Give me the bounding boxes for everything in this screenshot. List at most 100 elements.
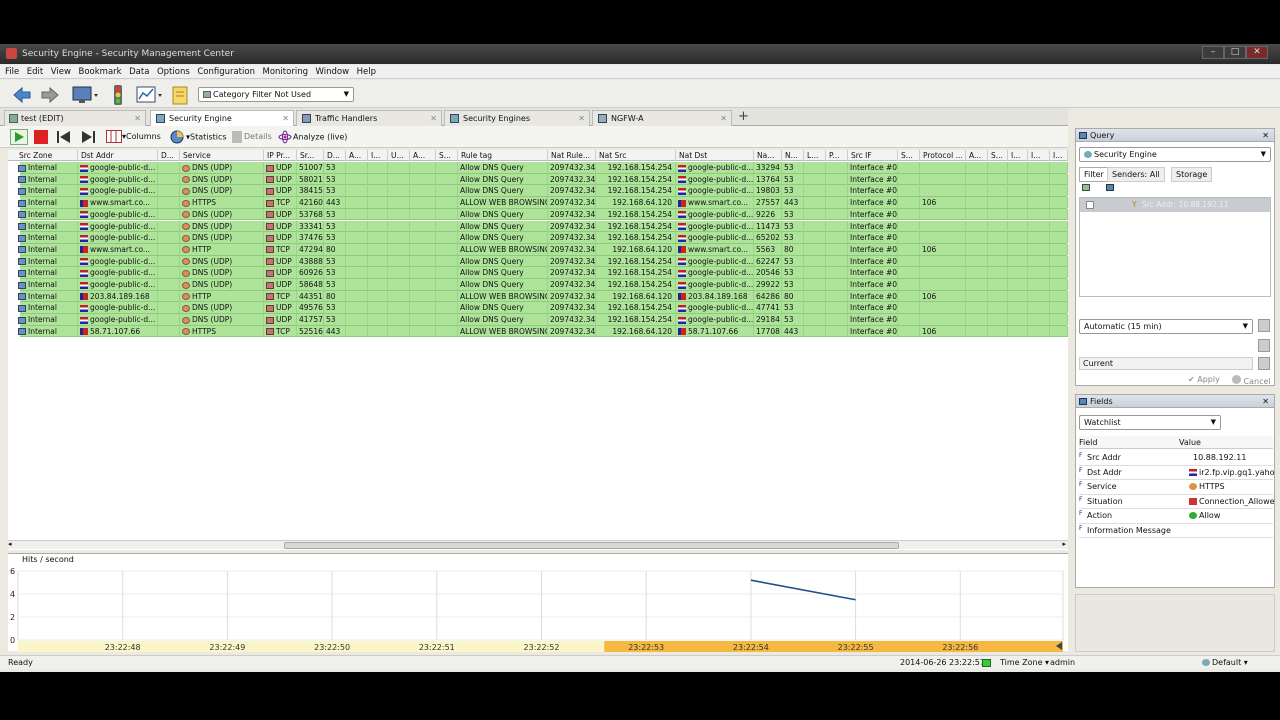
column-header[interactable]: Rule tag: [458, 150, 548, 161]
traffic-light-button[interactable]: [106, 83, 128, 105]
table-row[interactable]: Internal google-public-d... DNS (UDP) UDP 51…: [18, 162, 1068, 174]
tab-ngfw-a[interactable]: NGFW-A ✕: [592, 110, 732, 126]
close-panel-icon[interactable]: ✕: [1262, 129, 1269, 142]
details-button[interactable]: Details: [232, 130, 272, 144]
tab-traffic-handlers[interactable]: Traffic Handlers ✕: [296, 110, 442, 126]
time-range-toggle-button[interactable]: [1258, 319, 1270, 332]
column-header[interactable]: U...: [388, 150, 410, 161]
column-header[interactable]: Nat Dst: [676, 150, 754, 161]
table-row[interactable]: Internal google-public-d... DNS (UDP) UDP 58…: [18, 279, 1068, 291]
time-mode-field[interactable]: Current: [1079, 357, 1253, 370]
column-header[interactable]: Sr...: [297, 150, 324, 161]
notes-button[interactable]: [168, 83, 190, 105]
column-header[interactable]: A...: [346, 150, 368, 161]
skip-last-icon[interactable]: [80, 130, 96, 144]
table-row[interactable]: Internal google-public-d... DNS (UDP) UDP 41…: [18, 314, 1068, 326]
column-header[interactable]: Nat Rule...: [548, 150, 596, 161]
column-header[interactable]: Protocol ...: [920, 150, 966, 161]
column-header[interactable]: I...: [1028, 150, 1050, 161]
timezone-button[interactable]: Time Zone ▾: [1000, 656, 1049, 669]
time-settings-button[interactable]: [1258, 339, 1270, 352]
column-header[interactable]: N...: [782, 150, 804, 161]
menu-data[interactable]: Data: [129, 65, 149, 79]
category-filter-dropdown[interactable]: Category Filter Not Used ▼: [198, 87, 354, 102]
analyze-live-button[interactable]: Analyze (live): [278, 130, 347, 144]
tab-storage[interactable]: Storage: [1171, 167, 1213, 182]
table-row[interactable]: Internal www.smart.co... HTTP TCP 47294 80 ALL…: [18, 243, 1068, 256]
time-range-dropdown[interactable]: Automatic (15 min) ▼: [1079, 319, 1253, 334]
save-filter-button[interactable]: [1106, 183, 1116, 193]
add-filter-button[interactable]: [1082, 183, 1102, 193]
field-row[interactable]: F Information Message: [1079, 524, 1273, 538]
table-row[interactable]: Internal google-public-d... DNS (UDP) UDP 37…: [18, 232, 1068, 244]
field-row[interactable]: F Src Addr 10.88.192.11: [1079, 451, 1273, 466]
column-header[interactable]: I...: [1008, 150, 1028, 161]
column-header[interactable]: IP Pr...: [264, 150, 297, 161]
maximize-button[interactable]: □: [1224, 46, 1246, 59]
menu-file[interactable]: File: [5, 65, 19, 79]
tab-filter[interactable]: Filter: [1079, 167, 1109, 182]
column-header[interactable]: S...: [436, 150, 458, 161]
close-tab-icon[interactable]: ✕: [282, 111, 289, 126]
column-header[interactable]: Src Zone: [16, 150, 78, 161]
filter-checkbox[interactable]: [1086, 201, 1094, 209]
chart-button[interactable]: [134, 83, 164, 105]
table-row[interactable]: Internal 203.84.189.168 HTTP TCP 44351 80 ALLO…: [18, 290, 1068, 303]
tab-senders[interactable]: Senders: All: [1107, 167, 1165, 182]
column-header[interactable]: Src IF: [848, 150, 898, 161]
column-header[interactable]: S...: [898, 150, 920, 161]
column-header[interactable]: A...: [966, 150, 988, 161]
close-tab-icon[interactable]: ✕: [720, 111, 727, 126]
field-row[interactable]: F Service HTTPS: [1079, 480, 1273, 495]
tab-security-engines[interactable]: Security Engines ✕: [444, 110, 590, 126]
column-header[interactable]: I...: [1050, 150, 1068, 161]
table-row[interactable]: Internal www.smart.co... HTTPS TCP 42160 443 A…: [18, 197, 1068, 209]
menu-window[interactable]: Window: [316, 65, 350, 79]
apply-button[interactable]: ✔ Apply: [1188, 375, 1220, 384]
field-row[interactable]: F Action Allow: [1079, 509, 1273, 524]
menu-configuration[interactable]: Configuration: [197, 65, 255, 79]
close-panel-icon[interactable]: ✕: [1262, 395, 1269, 408]
table-row[interactable]: Internal google-public-d... DNS (UDP) UDP 58…: [18, 173, 1068, 186]
profile-button[interactable]: Default ▾: [1202, 656, 1248, 669]
table-row[interactable]: Internal google-public-d... DNS (UDP) UDP 43…: [18, 255, 1068, 268]
table-row[interactable]: Internal google-public-d... DNS (UDP) UDP 49…: [18, 302, 1068, 315]
column-header[interactable]: A...: [410, 150, 436, 161]
table-row[interactable]: Internal google-public-d... DNS (UDP) UDP 60…: [18, 267, 1068, 279]
column-header[interactable]: L...: [804, 150, 826, 161]
close-tab-icon[interactable]: ✕: [134, 111, 141, 126]
column-header[interactable]: Dst Addr: [78, 150, 158, 161]
columns-button[interactable]: ▾Columns: [106, 130, 161, 144]
column-header[interactable]: Nat Src: [596, 150, 676, 161]
new-tab-plus-icon[interactable]: +: [738, 109, 749, 124]
statistics-button[interactable]: ▾Statistics: [170, 130, 227, 144]
tab-security-engine[interactable]: Security Engine ✕: [150, 110, 294, 126]
menu-monitoring[interactable]: Monitoring: [263, 65, 308, 79]
calendar-button[interactable]: [1258, 357, 1270, 370]
close-button[interactable]: ✕: [1246, 46, 1268, 59]
column-header[interactable]: Service: [180, 150, 264, 161]
table-row[interactable]: Internal google-public-d... DNS (UDP) UDP 33…: [18, 220, 1068, 233]
scroll-right-icon[interactable]: ▸: [1062, 540, 1066, 548]
play-icon[interactable]: [10, 129, 28, 145]
menu-bookmark[interactable]: Bookmark: [79, 65, 122, 79]
close-tab-icon[interactable]: ✕: [578, 111, 585, 126]
column-header[interactable]: S...: [988, 150, 1008, 161]
table-row[interactable]: Internal 58.71.107.66 HTTPS TCP 52516 443 ALLO…: [18, 325, 1068, 338]
menu-help[interactable]: Help: [357, 65, 376, 79]
menu-options[interactable]: Options: [157, 65, 190, 79]
filter-item[interactable]: Y Src Addr: 10.88.192.11: [1080, 198, 1270, 212]
watchlist-dropdown[interactable]: Watchlist ▼: [1079, 415, 1221, 430]
minimize-button[interactable]: –: [1202, 46, 1224, 59]
tab-test-edit[interactable]: test (EDIT) ✕: [4, 110, 146, 126]
query-target-dropdown[interactable]: Security Engine ▼: [1079, 147, 1271, 162]
cancel-button[interactable]: Cancel: [1232, 375, 1271, 386]
table-row[interactable]: Internal google-public-d... DNS (UDP) UDP 38…: [18, 185, 1068, 198]
column-header[interactable]: P...: [826, 150, 848, 161]
scrollbar-thumb[interactable]: [284, 542, 899, 549]
column-header[interactable]: I...: [368, 150, 388, 161]
column-header[interactable]: D...: [158, 150, 180, 161]
close-tab-icon[interactable]: ✕: [430, 111, 437, 126]
menu-edit[interactable]: Edit: [27, 65, 43, 79]
stop-icon[interactable]: [34, 130, 48, 144]
